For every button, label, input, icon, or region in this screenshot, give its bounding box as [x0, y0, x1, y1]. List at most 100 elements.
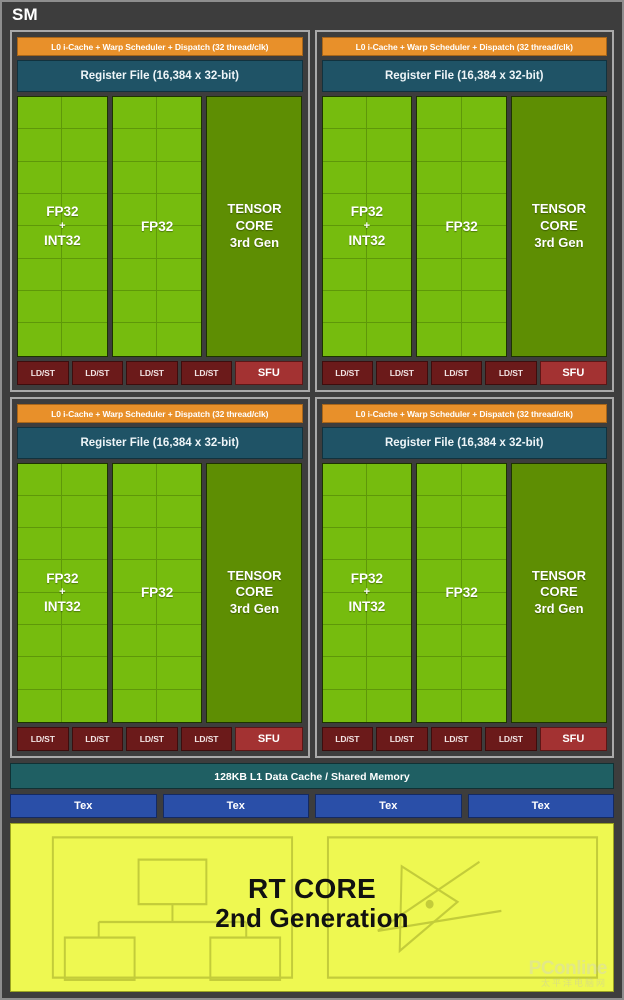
core-label-plus: +: [59, 586, 66, 599]
ray-triangle-intersection-icon: [326, 836, 599, 979]
sfu-unit: SFU: [235, 727, 303, 751]
ldst-sfu-row: LD/ST LD/ST LD/ST LD/ST SFU: [321, 727, 607, 751]
tensor-core-line1: TENSOR: [227, 201, 282, 217]
tensor-core-line3: 3rd Gen: [534, 601, 584, 617]
core-label-line1: FP32: [445, 585, 478, 601]
core-columns-row: FP32 + INT32 FP32 TENSOR CORE 3rd Gen: [321, 96, 608, 357]
core-label-line1: FP32: [46, 570, 79, 586]
core-label-line2: INT32: [43, 232, 81, 248]
sfu-unit: SFU: [539, 727, 607, 751]
processing-blocks-grid: L0 i-Cache + Warp Scheduler + Dispatch (…: [10, 30, 614, 758]
ldst-unit: LD/ST: [376, 360, 428, 385]
ldst-sfu-row: LD/ST LD/ST LD/ST LD/ST SFU: [17, 727, 303, 751]
bvh-tree-icon: [51, 836, 294, 981]
fp32-int32-core: FP32 + INT32: [321, 462, 413, 723]
core-label-line2: INT32: [348, 232, 386, 248]
ldst-unit: LD/ST: [126, 360, 178, 385]
tensor-core-line2: CORE: [540, 584, 578, 600]
core-label-plus: +: [363, 219, 371, 232]
texture-unit: Tex: [162, 794, 309, 818]
ldst-unit: LD/ST: [430, 360, 483, 385]
tensor-core-line2: CORE: [540, 217, 578, 233]
fp32-core: FP32: [111, 96, 203, 357]
ldst-unit: LD/ST: [376, 727, 428, 751]
sm-inner-container: L0 i-Cache + Warp Scheduler + Dispatch (…: [10, 30, 614, 992]
ldst-unit: LD/ST: [71, 360, 124, 385]
tensor-core-line2: CORE: [235, 584, 274, 600]
texture-units-row: Tex Tex Tex Tex: [10, 794, 614, 818]
tensor-core: TENSOR CORE 3rd Gen: [206, 96, 303, 357]
core-label-line1: FP32: [140, 218, 174, 234]
tensor-core-line1: TENSOR: [227, 567, 282, 583]
sm-title: SM: [12, 5, 38, 24]
tensor-core-label: TENSOR CORE 3rd Gen: [227, 201, 281, 251]
tensor-core-line1: TENSOR: [531, 201, 587, 217]
core-label-line1: FP32: [350, 570, 383, 586]
rt-core-diagrams: [51, 836, 599, 981]
core-label: FP32 + INT32: [44, 570, 81, 616]
texture-unit: Tex: [10, 794, 157, 818]
warp-scheduler-dispatch-bar: L0 i-Cache + Warp Scheduler + Dispatch (…: [17, 37, 303, 56]
core-label: FP32: [141, 584, 173, 601]
fp32-int32-core: FP32 + INT32: [17, 462, 108, 723]
core-label-plus: +: [59, 219, 66, 232]
core-label: FP32: [141, 218, 173, 235]
fp32-core: FP32: [416, 462, 507, 723]
ldst-unit: LD/ST: [17, 360, 69, 385]
register-file-bar: Register File (16,384 x 32-bit): [17, 426, 303, 459]
tensor-core: TENSOR CORE 3rd Gen: [206, 462, 303, 723]
ldst-unit: LD/ST: [321, 727, 374, 751]
ldst-unit: LD/ST: [321, 360, 374, 385]
core-label: FP32: [445, 584, 477, 601]
core-label-line1: FP32: [350, 204, 383, 220]
core-label-line1: FP32: [140, 585, 174, 601]
tensor-core-line3: 3rd Gen: [229, 234, 280, 250]
ldst-unit: LD/ST: [126, 727, 178, 751]
processing-block: L0 i-Cache + Warp Scheduler + Dispatch (…: [10, 396, 310, 758]
ldst-unit: LD/ST: [71, 727, 124, 751]
core-label-line1: FP32: [46, 204, 79, 220]
ldst-unit: LD/ST: [430, 727, 483, 751]
core-columns-row: FP32 + INT32 FP32 TENSOR CORE 3rd Gen: [17, 96, 303, 357]
tensor-core-label: TENSOR CORE 3rd Gen: [532, 568, 586, 618]
warp-scheduler-dispatch-bar: L0 i-Cache + Warp Scheduler + Dispatch (…: [321, 403, 607, 423]
core-label-line2: INT32: [348, 599, 386, 615]
core-label: FP32: [445, 218, 477, 235]
core-label: FP32 + INT32: [44, 203, 81, 249]
core-label: FP32 + INT32: [348, 203, 385, 249]
core-label: FP32 + INT32: [348, 570, 385, 616]
tensor-core-line3: 3rd Gen: [229, 601, 280, 617]
rt-core-block: RT CORE 2nd Generation PConline 太平洋电脑网: [10, 823, 614, 992]
processing-block: L0 i-Cache + Warp Scheduler + Dispatch (…: [314, 396, 614, 758]
fp32-int32-core: FP32 + INT32: [17, 96, 108, 357]
tensor-core-line3: 3rd Gen: [534, 234, 584, 250]
fp32-int32-core: FP32 + INT32: [321, 96, 413, 357]
tensor-core-line1: TENSOR: [531, 567, 587, 583]
ldst-sfu-row: LD/ST LD/ST LD/ST LD/ST SFU: [17, 360, 303, 385]
sfu-unit: SFU: [235, 360, 303, 385]
tensor-core-line2: CORE: [235, 217, 274, 233]
ldst-unit: LD/ST: [180, 360, 233, 385]
texture-unit: Tex: [315, 794, 462, 818]
ldst-unit: LD/ST: [485, 360, 537, 385]
fp32-core: FP32: [111, 462, 203, 723]
register-file-bar: Register File (16,384 x 32-bit): [321, 60, 607, 92]
ldst-unit: LD/ST: [485, 727, 537, 751]
ldst-unit: LD/ST: [17, 727, 69, 751]
sfu-unit: SFU: [539, 360, 607, 385]
sm-diagram: SM L0 i-Cache + Warp Scheduler + Dispatc…: [0, 0, 624, 1000]
texture-unit: Tex: [467, 794, 614, 818]
ldst-sfu-row: LD/ST LD/ST LD/ST LD/ST SFU: [321, 360, 607, 385]
tensor-core: TENSOR CORE 3rd Gen: [510, 96, 607, 357]
core-label-plus: +: [363, 586, 371, 599]
core-label-line1: FP32: [445, 218, 478, 234]
register-file-bar: Register File (16,384 x 32-bit): [321, 426, 607, 459]
tensor-core-label: TENSOR CORE 3rd Gen: [532, 201, 586, 251]
l1-data-cache-bar: 128KB L1 Data Cache / Shared Memory: [10, 763, 614, 789]
processing-block: L0 i-Cache + Warp Scheduler + Dispatch (…: [314, 30, 614, 392]
warp-scheduler-dispatch-bar: L0 i-Cache + Warp Scheduler + Dispatch (…: [321, 37, 607, 56]
register-file-bar: Register File (16,384 x 32-bit): [17, 60, 303, 92]
core-columns-row: FP32 + INT32 FP32 TENSOR CORE 3rd Gen: [321, 462, 608, 723]
processing-block: L0 i-Cache + Warp Scheduler + Dispatch (…: [10, 30, 310, 392]
tensor-core: TENSOR CORE 3rd Gen: [510, 462, 607, 723]
